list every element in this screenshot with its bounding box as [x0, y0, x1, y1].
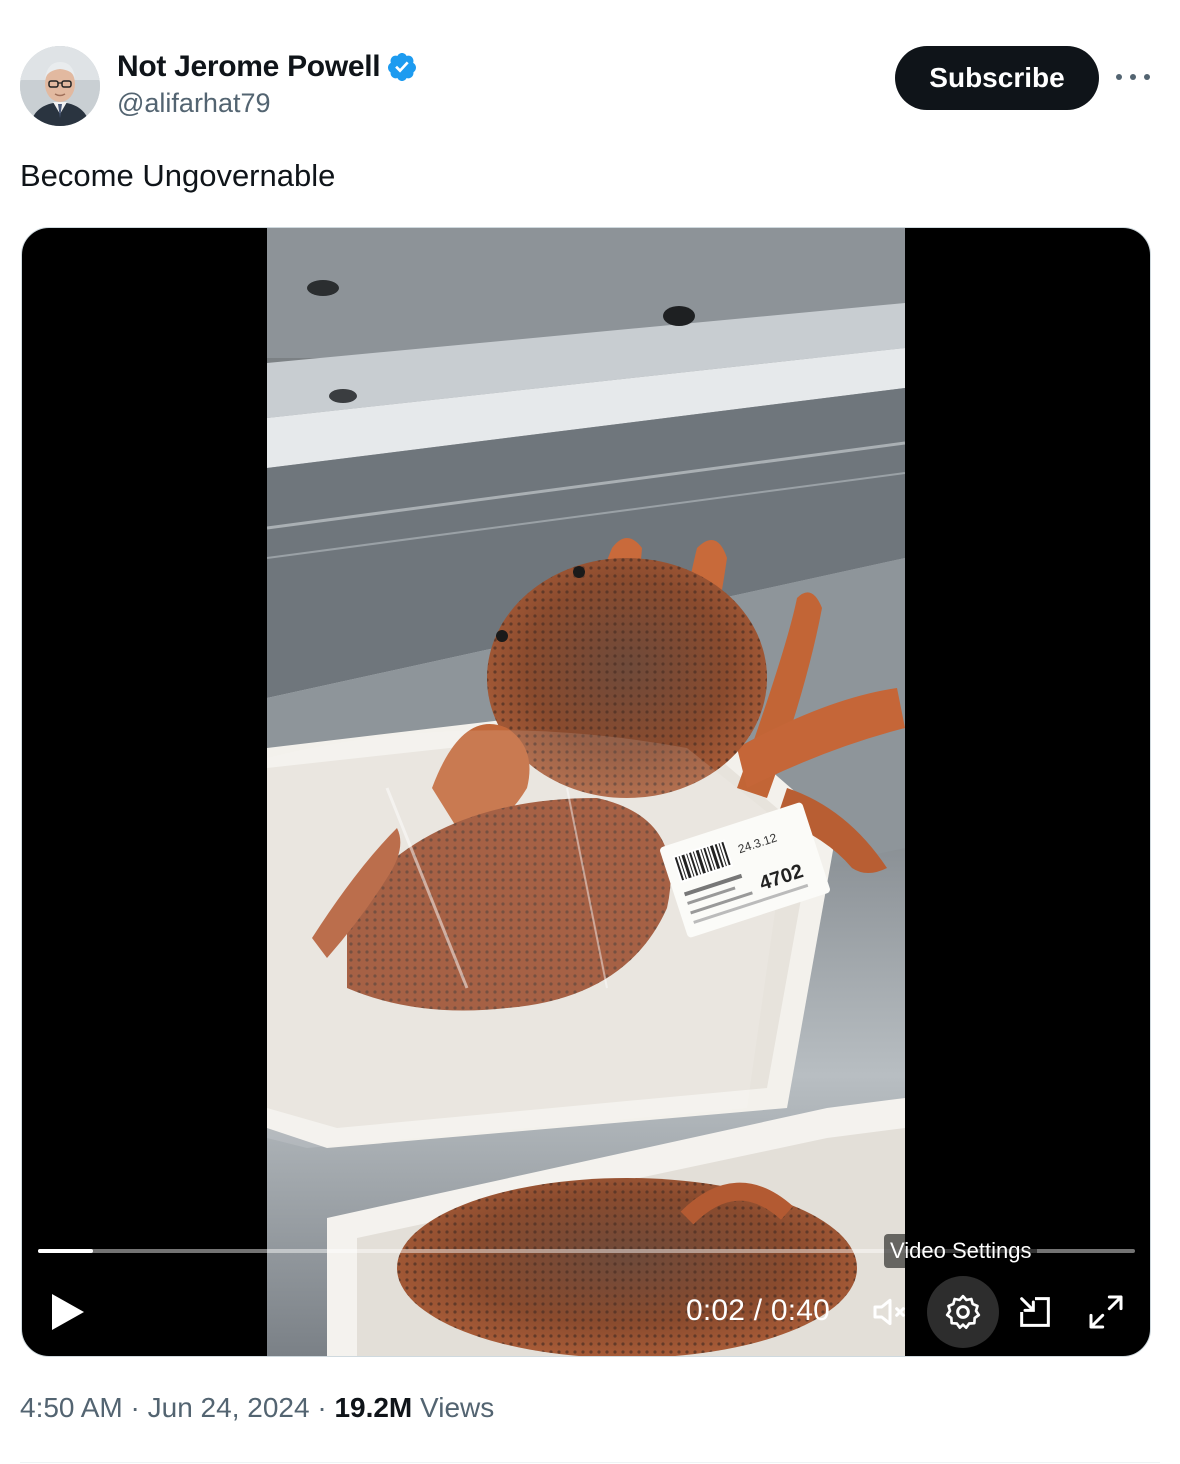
- pip-icon: [1020, 1297, 1050, 1327]
- current-time: 0:02: [686, 1294, 746, 1327]
- pip-button[interactable]: [1011, 1288, 1059, 1336]
- avatar[interactable]: [20, 46, 100, 126]
- post-time[interactable]: 4:50 AM: [20, 1392, 123, 1424]
- settings-button[interactable]: [927, 1276, 999, 1348]
- time-display: 0:02 / 0:40: [686, 1294, 830, 1328]
- tweet-text: Become Ungovernable: [20, 158, 336, 193]
- fullscreen-icon: [1089, 1295, 1123, 1329]
- verified-badge-icon[interactable]: [386, 51, 418, 83]
- play-button[interactable]: [48, 1290, 88, 1334]
- time-separator: /: [745, 1294, 771, 1327]
- tweet-header: Not Jerome Powell @alifarhat79 Subscribe: [20, 44, 1160, 128]
- mute-icon: [873, 1298, 905, 1326]
- duration: 0:40: [770, 1294, 831, 1327]
- progress-fill: [38, 1249, 93, 1253]
- mute-button[interactable]: [866, 1288, 914, 1336]
- video-settings-tooltip: Video Settings: [884, 1234, 1038, 1268]
- more-icon[interactable]: [1116, 62, 1150, 92]
- settings-icon: [945, 1294, 981, 1329]
- crab-video-image: 24.3.12 4702: [267, 228, 905, 1356]
- play-icon: [52, 1294, 84, 1330]
- views-label: Views: [420, 1392, 495, 1423]
- divider: [20, 1462, 1160, 1463]
- handle[interactable]: @alifarhat79: [117, 88, 418, 119]
- fullscreen-button[interactable]: [1082, 1288, 1130, 1336]
- author-names: Not Jerome Powell @alifarhat79: [117, 50, 418, 119]
- avatar-portrait-icon: [20, 46, 100, 126]
- display-name[interactable]: Not Jerome Powell: [117, 50, 381, 84]
- views-count: 19.2M: [334, 1392, 413, 1423]
- video-frame[interactable]: 24.3.12 4702: [267, 228, 905, 1356]
- meta-dot: ·: [317, 1392, 327, 1423]
- tweet-meta: 4:50 AM · Jun 24, 2024 · 19.2M Views: [20, 1392, 494, 1424]
- post-date[interactable]: Jun 24, 2024: [148, 1392, 310, 1424]
- subscribe-button[interactable]: Subscribe: [895, 46, 1099, 110]
- video-player[interactable]: 24.3.12 4702 Video Settings 0:02 / 0:40: [21, 227, 1151, 1357]
- meta-dot: ·: [130, 1392, 140, 1423]
